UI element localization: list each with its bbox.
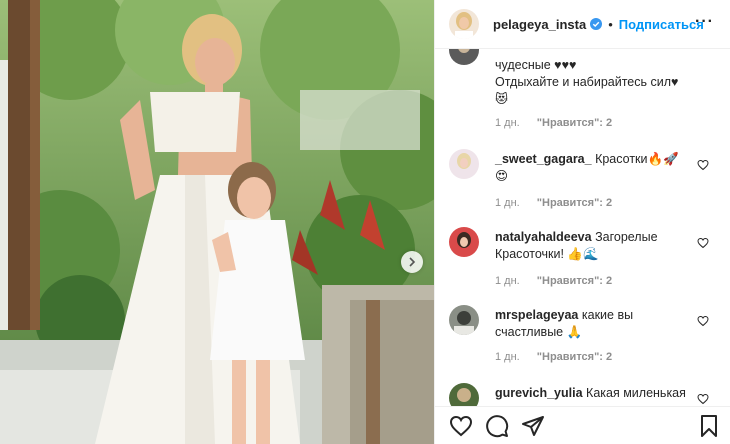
avatar[interactable] <box>449 149 479 179</box>
comment-username[interactable]: gurevich_yulia <box>495 386 583 400</box>
comment-text: чудесные ♥♥♥ Отдыхайте и набирайтесь сил… <box>495 58 679 106</box>
heart-icon[interactable] <box>697 393 709 405</box>
comment-username[interactable]: _sweet_gagara_ <box>495 152 592 166</box>
separator-dot: • <box>608 16 613 32</box>
comment-time[interactable]: 1 дн. <box>495 351 520 363</box>
verified-badge-icon <box>590 18 603 30</box>
comment-username[interactable]: mrspelageyaa <box>495 308 578 322</box>
heart-icon[interactable] <box>449 414 473 438</box>
comment-username[interactable]: natalyahaldeeva <box>495 230 592 244</box>
comment-meta: 1 дн. "Нравится": 2 <box>495 275 626 287</box>
post-image <box>0 0 434 444</box>
comment-text: natalyahaldeeva Загорелые Красоточки! 👍🌊 <box>495 230 658 261</box>
comment-time[interactable]: 1 дн. <box>495 117 520 129</box>
comments-list[interactable]: чудесные ♥♥♥ Отдыхайте и набирайтесь сил… <box>435 49 730 406</box>
comment-meta: 1 дн. "Нравится": 2 <box>495 117 626 129</box>
post-actions-bar <box>435 406 730 444</box>
heart-icon[interactable] <box>697 315 709 327</box>
share-icon[interactable] <box>521 414 545 438</box>
chevron-right-icon <box>409 257 416 267</box>
bookmark-icon[interactable] <box>697 414 721 438</box>
comment-meta: 1 дн. "Нравится": 2 <box>495 351 626 363</box>
comment-likes[interactable]: "Нравится": 2 <box>537 351 612 363</box>
next-photo-button[interactable] <box>401 251 423 273</box>
post-side-panel: pelageya_insta • Подписаться ··· чудесны… <box>434 0 730 444</box>
avatar[interactable] <box>449 305 479 335</box>
post-header: pelageya_insta • Подписаться ··· <box>435 0 730 49</box>
comment-time[interactable]: 1 дн. <box>495 197 520 209</box>
comment-likes[interactable]: "Нравится": 2 <box>537 117 612 129</box>
comment-text: _sweet_gagara_ Красотки🔥🚀 😍 <box>495 152 679 183</box>
comment-text: mrspelageyaa какие вы счастливые 🙏 <box>495 308 634 339</box>
comment-icon[interactable] <box>485 414 509 438</box>
author-avatar[interactable] <box>449 9 479 39</box>
heart-icon[interactable] <box>697 159 709 171</box>
avatar[interactable] <box>449 49 479 65</box>
heart-icon[interactable] <box>697 237 709 249</box>
avatar[interactable] <box>449 383 479 406</box>
post-photo[interactable] <box>0 0 434 444</box>
follow-button[interactable]: Подписаться <box>619 17 704 32</box>
comment-time[interactable]: 1 дн. <box>495 275 520 287</box>
comment-text: gurevich_yulia Какая миленькая <box>495 386 686 400</box>
comment-meta: 1 дн. "Нравится": 2 <box>495 197 626 209</box>
comment-likes[interactable]: "Нравится": 2 <box>537 197 612 209</box>
comment-likes[interactable]: "Нравится": 2 <box>537 275 612 287</box>
author-username[interactable]: pelageya_insta <box>493 17 586 32</box>
avatar[interactable] <box>449 227 479 257</box>
more-options-icon[interactable]: ··· <box>695 13 714 31</box>
